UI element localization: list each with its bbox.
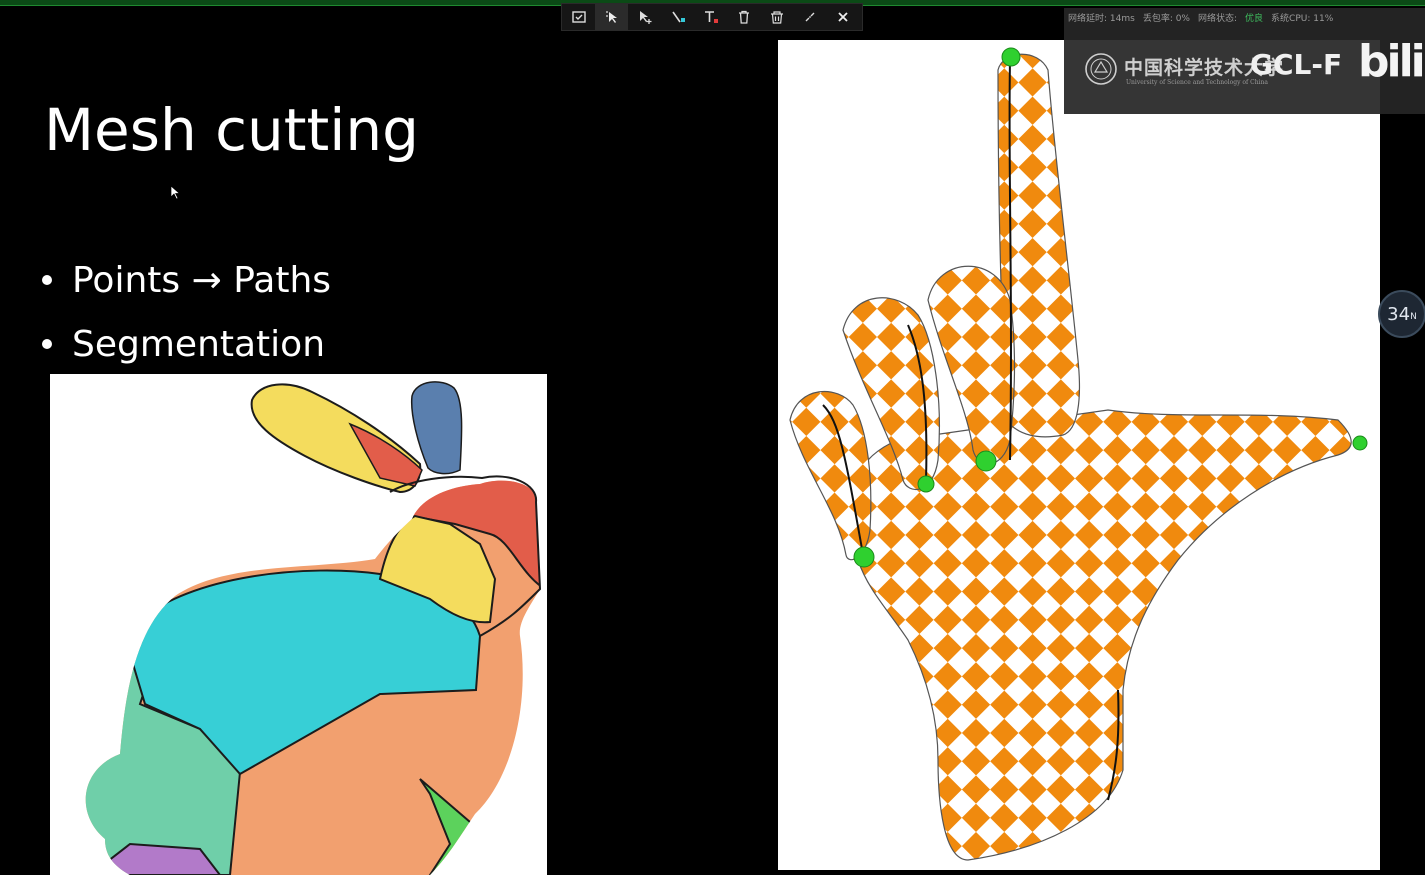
pointer-tool[interactable] bbox=[595, 4, 628, 30]
bullet-item: Points → Paths bbox=[42, 248, 331, 312]
bullet-item: Segmentation bbox=[42, 312, 331, 376]
line-icon bbox=[671, 11, 685, 23]
network-status-value: 优良 bbox=[1245, 14, 1264, 24]
line-tool[interactable] bbox=[661, 4, 694, 30]
annotation-toolbar bbox=[561, 3, 863, 31]
select-box-icon bbox=[571, 11, 586, 23]
bullet-dot bbox=[42, 339, 52, 349]
page-number-suffix: N bbox=[1410, 312, 1417, 322]
delete-tool[interactable] bbox=[727, 4, 760, 30]
close-icon bbox=[837, 12, 848, 22]
close-toolbar-button[interactable] bbox=[826, 4, 859, 30]
stream-overlay: 网络延时: 14ms 丢包率: 0% 网络状态: 优良 系统CPU: 11% 中… bbox=[1064, 8, 1425, 114]
page-number: 34 bbox=[1387, 303, 1411, 325]
text-icon bbox=[704, 11, 718, 23]
select-box-tool[interactable] bbox=[562, 4, 595, 30]
trash-icon bbox=[738, 10, 749, 24]
bullet-text: Points → Paths bbox=[72, 259, 332, 301]
bunny-segmentation-image bbox=[50, 374, 547, 875]
hand-mesh-figure bbox=[789, 47, 1368, 861]
page-number-badge[interactable]: 34 N bbox=[1378, 290, 1425, 338]
pointer-icon bbox=[605, 11, 617, 23]
mouse-cursor-icon bbox=[170, 185, 181, 200]
latency-stat: 网络延时: 14ms bbox=[1068, 14, 1135, 24]
university-seal-icon bbox=[1085, 53, 1117, 85]
bullet-dot bbox=[42, 275, 52, 285]
packet-loss-stat: 丢包率: 0% bbox=[1142, 14, 1190, 24]
pointer-add-icon bbox=[639, 11, 651, 24]
university-name-en: University of Science and Technology of … bbox=[1126, 79, 1268, 86]
collapse-tool[interactable] bbox=[793, 4, 826, 30]
lab-logo: GCL-F bbox=[1250, 48, 1343, 81]
bunny-mesh-figure bbox=[85, 381, 542, 875]
clear-all-tool[interactable] bbox=[760, 4, 793, 30]
network-stats: 网络延时: 14ms 丢包率: 0% 网络状态: 优良 系统CPU: 11% bbox=[1068, 11, 1333, 24]
collapse-icon bbox=[805, 12, 814, 22]
bullet-list: Points → Paths Segmentation bbox=[42, 248, 331, 376]
clear-all-icon bbox=[770, 11, 783, 24]
bilibili-logo: bilibili bbox=[1358, 36, 1425, 87]
bullet-text: Segmentation bbox=[72, 323, 326, 365]
network-status-label: 网络状态: bbox=[1197, 14, 1238, 24]
hand-mesh-image bbox=[778, 40, 1380, 870]
cpu-stat: 系统CPU: 11% bbox=[1271, 14, 1334, 24]
pointer-add-tool[interactable] bbox=[628, 4, 661, 30]
text-tool[interactable] bbox=[694, 4, 727, 30]
slide-title: Mesh cutting bbox=[44, 96, 419, 164]
